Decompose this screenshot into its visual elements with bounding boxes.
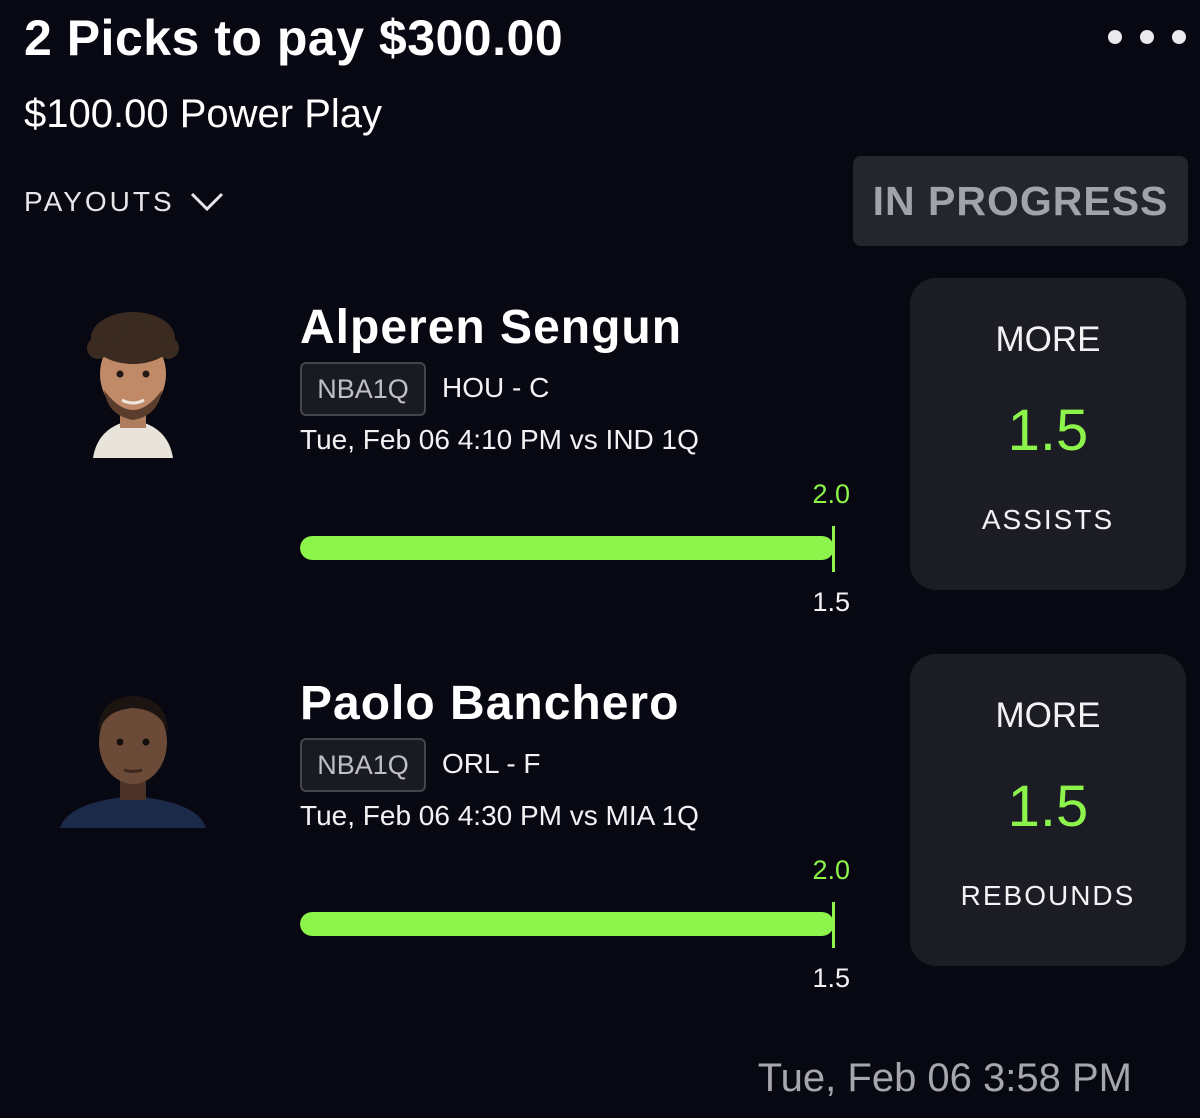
progress-bar-fill <box>300 536 834 560</box>
more-dot-icon <box>1172 30 1186 44</box>
progress-bar <box>300 912 834 936</box>
line-value: 1.5 <box>812 587 850 617</box>
entry-title: 2 Picks to pay $300.00 <box>24 10 564 66</box>
pick-direction: MORE <box>995 696 1101 735</box>
pick-row: Paolo Banchero NBA1Q ORL - F Tue, Feb 06… <box>0 654 1200 994</box>
progress-bar <box>300 536 834 560</box>
line-value: 1.5 <box>812 963 850 993</box>
pick-line: 1.5 <box>1007 398 1089 463</box>
pick-line: 1.5 <box>1007 774 1089 839</box>
game-time: Tue, Feb 06 4:10 PM vs IND 1Q <box>300 424 699 455</box>
entry-subtitle: $100.00 Power Play <box>24 92 383 136</box>
current-stat-value: 2.0 <box>812 479 850 509</box>
more-dot-icon <box>1108 30 1122 44</box>
player-avatar <box>60 696 206 828</box>
pick-selection-card[interactable]: MORE 1.5 ASSISTS <box>910 278 1186 590</box>
pick-stat: REBOUNDS <box>960 880 1136 911</box>
more-dot-icon <box>1140 30 1154 44</box>
player-name: Paolo Banchero <box>300 677 680 730</box>
game-time: Tue, Feb 06 4:30 PM vs MIA 1Q <box>300 800 699 831</box>
line-marker <box>832 526 835 572</box>
player-name: Alperen Sengun <box>300 301 683 354</box>
pick-stat: ASSISTS <box>981 504 1115 535</box>
line-marker <box>832 902 835 948</box>
current-stat-value: 2.0 <box>812 855 850 885</box>
pick-selection-card[interactable]: MORE 1.5 REBOUNDS <box>910 654 1186 966</box>
chevron-down-icon <box>190 192 223 212</box>
league-badge: NBA1Q <box>300 362 426 416</box>
timestamp: Tue, Feb 06 3:58 PM <box>757 1056 1132 1100</box>
pick-row: Alperen Sengun NBA1Q HOU - C Tue, Feb 06… <box>0 278 1200 618</box>
more-options-button[interactable] <box>1108 30 1186 44</box>
status-badge: IN PROGRESS <box>853 156 1188 246</box>
player-avatar <box>87 312 179 458</box>
payouts-label: PAYOUTS <box>24 186 175 217</box>
payouts-toggle[interactable]: PAYOUTS <box>24 184 225 220</box>
team-position: ORL - F <box>442 748 541 779</box>
league-badge: NBA1Q <box>300 738 426 792</box>
progress-bar-fill <box>300 912 834 936</box>
pick-direction: MORE <box>995 320 1101 359</box>
team-position: HOU - C <box>442 372 550 403</box>
